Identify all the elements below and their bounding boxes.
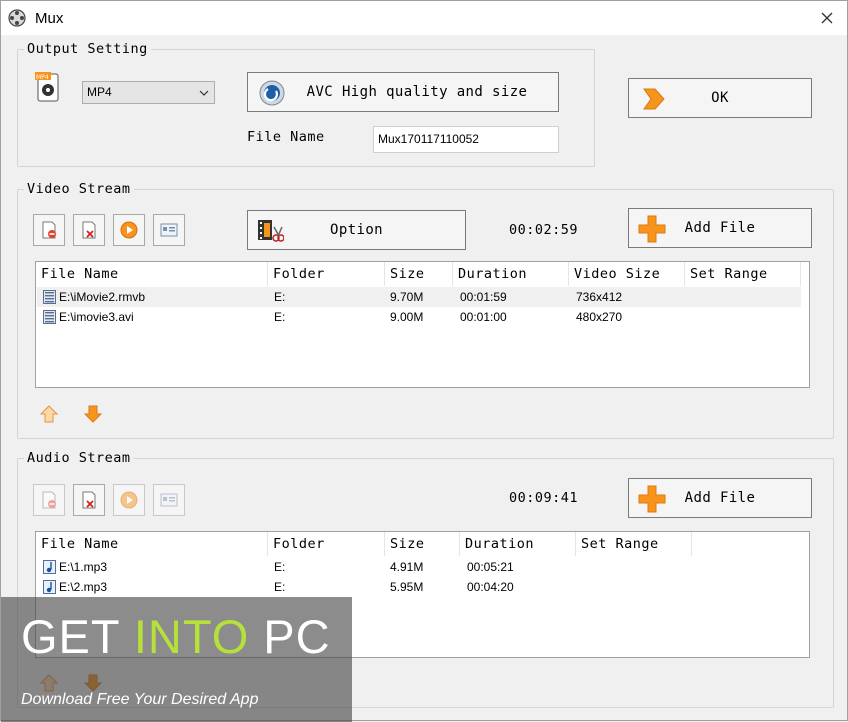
move-down-icon[interactable]: [83, 404, 103, 424]
info-video-button[interactable]: [153, 214, 185, 246]
cell-video-size: 480x270: [576, 310, 623, 324]
music-note-icon: [43, 580, 56, 594]
cell-duration: 00:04:20: [467, 580, 514, 594]
column-file-name[interactable]: File Name: [36, 262, 268, 286]
audio-list-header: File Name Folder Size Duration Set Range: [36, 532, 809, 556]
audio-total-duration: 00:09:41: [509, 490, 579, 506]
remove-video-button[interactable]: [33, 214, 65, 246]
add-video-file-button[interactable]: Add File: [628, 208, 812, 248]
info-card-icon: [160, 493, 178, 507]
cell-file-name: E:\iMovie2.rmvb: [59, 290, 146, 304]
music-note-icon: [43, 560, 56, 574]
video-list-header: File Name Folder Size Duration Video Siz…: [36, 262, 809, 286]
table-row[interactable]: E:\imovie3.avi E: 9.00M 00:01:00 480x270: [37, 307, 801, 327]
video-file-icon: [43, 310, 56, 324]
option-button-label: Option: [330, 222, 383, 238]
watermark-into: INTO: [133, 610, 250, 663]
cell-size: 9.70M: [390, 290, 424, 304]
file-name-input[interactable]: Mux170117110052: [373, 126, 559, 153]
option-button[interactable]: Option: [247, 210, 466, 250]
video-file-icon: [43, 290, 56, 304]
clear-audio-button[interactable]: [73, 484, 105, 516]
profile-button[interactable]: AVC High quality and size: [247, 72, 559, 112]
watermark-subtitle: Download Free Your Desired App: [21, 691, 259, 708]
cell-duration: 00:01:59: [460, 290, 507, 304]
film-reel-icon: [8, 9, 26, 27]
format-select[interactable]: MP4: [82, 81, 215, 104]
play-icon: [120, 491, 138, 509]
column-set-range[interactable]: Set Range: [576, 532, 692, 556]
cell-file-name: E:\2.mp3: [59, 580, 108, 594]
cell-size: 9.00M: [390, 310, 424, 324]
delete-file-icon: [82, 491, 96, 509]
cell-folder: E:: [274, 290, 286, 304]
file-name-label: File Name: [247, 129, 325, 145]
cell-folder: E:: [274, 560, 286, 574]
cell-folder: E:: [274, 310, 286, 324]
format-select-value: MP4: [87, 85, 112, 99]
remove-file-icon: [42, 221, 56, 239]
column-video-size[interactable]: Video Size: [569, 262, 685, 286]
remove-audio-button[interactable]: [33, 484, 65, 516]
watermark-logo: GET INTO PC: [21, 609, 331, 664]
video-file-list[interactable]: File Name Folder Size Duration Video Siz…: [35, 261, 810, 388]
title-bar: Mux: [1, 1, 847, 35]
table-row[interactable]: E:\2.mp3 E: 5.95M 00:04:20: [37, 577, 801, 597]
mux-window: Mux Output Setting MP4 MP4 AVC High qual…: [0, 0, 848, 722]
play-icon: [120, 221, 138, 239]
add-audio-file-button[interactable]: Add File: [628, 478, 812, 518]
table-row[interactable]: E:\iMovie2.rmvb E: 9.70M 00:01:59 736x41…: [37, 287, 801, 307]
close-button[interactable]: [807, 1, 847, 35]
video-total-duration: 00:02:59: [509, 222, 579, 238]
output-setting-title: Output Setting: [24, 41, 151, 57]
clear-video-button[interactable]: [73, 214, 105, 246]
table-row[interactable]: E:\1.mp3 E: 4.91M 00:05:21: [37, 557, 801, 577]
chevron-down-icon: [199, 90, 209, 96]
info-card-icon: [160, 223, 178, 237]
file-name-value: Mux170117110052: [378, 132, 479, 146]
close-icon: [821, 12, 833, 24]
cell-file-name: E:\imovie3.avi: [59, 310, 134, 324]
watermark-overlay: GET INTO PC Download Free Your Desired A…: [1, 597, 352, 722]
cell-video-size: 736x412: [576, 290, 623, 304]
column-duration[interactable]: Duration: [460, 532, 576, 556]
column-file-name[interactable]: File Name: [36, 532, 268, 556]
delete-file-icon: [82, 221, 96, 239]
profile-button-label: AVC High quality and size: [306, 84, 528, 100]
column-folder[interactable]: Folder: [268, 532, 385, 556]
window-title: Mux: [35, 10, 64, 27]
cell-folder: E:: [274, 580, 286, 594]
remove-file-icon: [42, 491, 56, 509]
info-audio-button[interactable]: [153, 484, 185, 516]
play-video-button[interactable]: [113, 214, 145, 246]
cell-size: 4.91M: [390, 560, 424, 574]
column-size[interactable]: Size: [385, 532, 460, 556]
mp4-file-icon: MP4: [35, 72, 59, 102]
play-audio-button[interactable]: [113, 484, 145, 516]
add-video-file-label: Add File: [684, 220, 756, 236]
cell-duration: 00:05:21: [467, 560, 514, 574]
video-stream-title: Video Stream: [24, 181, 134, 197]
add-audio-file-label: Add File: [684, 490, 756, 506]
move-up-icon[interactable]: [39, 404, 59, 424]
column-folder[interactable]: Folder: [268, 262, 385, 286]
audio-stream-title: Audio Stream: [24, 450, 134, 466]
column-set-range[interactable]: Set Range: [685, 262, 801, 286]
svg-text:MP4: MP4: [36, 74, 49, 81]
cell-size: 5.95M: [390, 580, 424, 594]
watermark-get: GET: [21, 610, 134, 663]
ok-button[interactable]: OK: [628, 78, 812, 118]
column-duration[interactable]: Duration: [453, 262, 569, 286]
watermark-pc: PC: [249, 610, 331, 663]
ok-button-label: OK: [711, 90, 729, 106]
cell-duration: 00:01:00: [460, 310, 507, 324]
cell-file-name: E:\1.mp3: [59, 560, 108, 574]
column-size[interactable]: Size: [385, 262, 453, 286]
